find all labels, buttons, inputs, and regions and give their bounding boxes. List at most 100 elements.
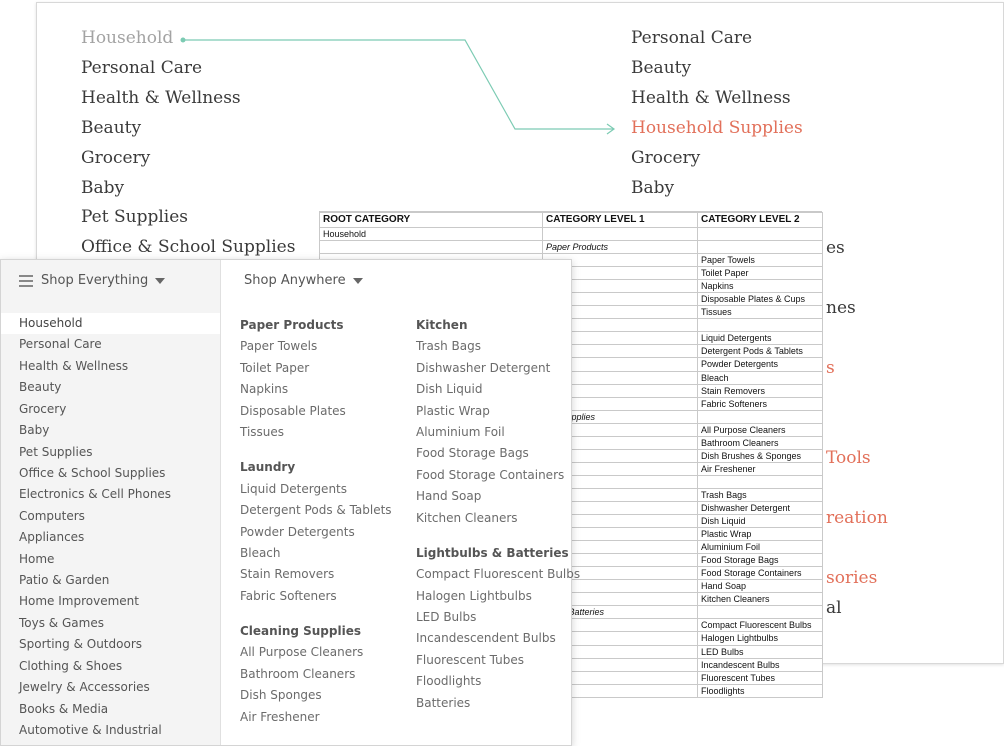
source-category-office-and-school-supplies: Office & School Supplies	[81, 237, 296, 258]
level-2-cell: Tissues	[697, 305, 823, 320]
level-2-cell	[697, 318, 823, 333]
target-category-fragment: al	[826, 598, 842, 618]
source-category-grocery: Grocery	[81, 147, 151, 168]
menu-category-patio-and-garden[interactable]: Patio & Garden	[1, 570, 220, 591]
subcategory-link-disposable-plates[interactable]: Disposable Plates	[240, 401, 392, 422]
source-category-household: Household	[81, 28, 174, 48]
menu-category-grocery[interactable]: Grocery	[1, 399, 220, 420]
subcategory-group-title[interactable]: Cleaning Supplies	[240, 621, 392, 642]
level-2-cell: Floodlights	[697, 683, 823, 698]
subcategory-link-air-freshener[interactable]: Air Freshener	[240, 707, 392, 728]
menu-category-automotive-and-industrial[interactable]: Automotive & Industrial	[1, 720, 220, 741]
target-category-grocery: Grocery	[631, 148, 701, 168]
level-1-cell	[542, 226, 698, 242]
target-category-fragment: es	[826, 238, 845, 258]
subcategory-link-floodlights[interactable]: Floodlights	[416, 671, 580, 692]
column-header-level-2: CATEGORY LEVEL 2	[697, 212, 823, 228]
menu-category-home[interactable]: Home	[1, 549, 220, 570]
subcategory-link-kitchen-cleaners[interactable]: Kitchen Cleaners	[416, 508, 580, 529]
menu-category-jewelry-and-accessories[interactable]: Jewelry & Accessories	[1, 677, 220, 698]
menu-category-beauty[interactable]: Beauty	[1, 377, 220, 398]
menu-category-pet-supplies[interactable]: Pet Supplies	[1, 442, 220, 463]
root-cell	[319, 240, 543, 255]
subcategory-link-trash-bags[interactable]: Trash Bags	[416, 336, 580, 357]
subcategory-link-toilet-paper[interactable]: Toilet Paper	[240, 358, 392, 379]
subcategory-link-bathroom-cleaners[interactable]: Bathroom Cleaners	[240, 664, 392, 685]
subcategory-group-title[interactable]: Laundry	[240, 457, 392, 478]
target-category-fragment: s	[826, 358, 835, 378]
level-2-cell: Powder Detergents	[697, 357, 823, 372]
level-2-cell: Incandescent Bulbs	[697, 657, 823, 672]
root-cell: Household	[319, 226, 543, 242]
subcategory-link-dish-liquid[interactable]: Dish Liquid	[416, 379, 580, 400]
menu-category-sidebar: Shop Everything Household Personal Care He…	[1, 260, 221, 745]
menu-category-baby[interactable]: Baby	[1, 420, 220, 441]
subcategory-link-tissues[interactable]: Tissues	[240, 422, 392, 443]
menu-category-personal-care[interactable]: Personal Care	[1, 334, 220, 355]
subcategory-link-food-storage-containers[interactable]: Food Storage Containers	[416, 465, 580, 486]
subcategory-link-incandescendent-bulbs[interactable]: Incandescendent Bulbs	[416, 628, 580, 649]
subcategory-link-napkins[interactable]: Napkins	[240, 379, 392, 400]
subcategory-link-fluorescent-tubes[interactable]: Fluorescent Tubes	[416, 650, 580, 671]
shop-everything-label: Shop Everything	[41, 273, 149, 288]
menu-category-home-improvement[interactable]: Home Improvement	[1, 591, 220, 612]
target-category-beauty: Beauty	[631, 58, 692, 78]
menu-category-health-and-wellness[interactable]: Health & Wellness	[1, 356, 220, 377]
menu-category-computers[interactable]: Computers	[1, 506, 220, 527]
subcategory-group-title[interactable]: Lightbulbs & Batteries	[416, 543, 580, 564]
subcategory-link-bleach[interactable]: Bleach	[240, 543, 392, 564]
level-2-cell: Food Storage Bags	[697, 553, 823, 568]
subcategory-link-food-storage-bags[interactable]: Food Storage Bags	[416, 443, 580, 464]
level-2-cell: Kitchen Cleaners	[697, 592, 823, 607]
level-2-cell	[697, 226, 823, 242]
target-category-fragment: reation	[826, 508, 888, 528]
chevron-down-icon	[352, 277, 363, 284]
shop-anywhere-button[interactable]: Shop Anywhere	[244, 260, 363, 302]
subcategory-column-1: Paper Products Paper Towels Toilet Paper Na…	[240, 315, 392, 728]
column-header-level-1: CATEGORY LEVEL 1	[542, 212, 698, 228]
spreadsheet-header-row: ROOT CATEGORY CATEGORY LEVEL 1 CATEGORY …	[319, 212, 823, 228]
subcategory-group-title[interactable]: Paper Products	[240, 315, 392, 336]
shop-everything-button[interactable]: Shop Everything	[19, 260, 166, 302]
menu-category-clothing-and-shoes[interactable]: Clothing & Shoes	[1, 656, 220, 677]
level-2-cell: Detergent Pods & Tablets	[697, 344, 823, 359]
subcategory-link-liquid-detergents[interactable]: Liquid Detergents	[240, 479, 392, 500]
subcategory-link-fabric-softeners[interactable]: Fabric Softeners	[240, 586, 392, 607]
subcategory-link-halogen-lightbulbs[interactable]: Halogen Lightbulbs	[416, 586, 580, 607]
menu-category-sporting-and-outdoors[interactable]: Sporting & Outdoors	[1, 634, 220, 655]
subcategory-link-hand-soap[interactable]: Hand Soap	[416, 486, 580, 507]
subcategory-link-dishwasher-detergent[interactable]: Dishwasher Detergent	[416, 358, 580, 379]
menu-category-household[interactable]: Household	[1, 313, 220, 335]
target-category-baby: Baby	[631, 178, 675, 198]
menu-category-appliances[interactable]: Appliances	[1, 527, 220, 548]
subcategory-link-stain-removers[interactable]: Stain Removers	[240, 564, 392, 585]
target-category-fragment: sories	[826, 568, 878, 588]
subcategory-link-all-purpose-cleaners[interactable]: All Purpose Cleaners	[240, 642, 392, 663]
menu-category-office-and-school-supplies[interactable]: Office & School Supplies	[1, 463, 220, 484]
subcategory-link-paper-towels[interactable]: Paper Towels	[240, 336, 392, 357]
level-2-cell: All Purpose Cleaners	[697, 422, 823, 437]
subcategory-link-plastic-wrap[interactable]: Plastic Wrap	[416, 401, 580, 422]
subcategory-link-batteries[interactable]: Batteries	[416, 693, 580, 714]
level-2-cell: Toilet Paper	[697, 266, 823, 281]
subcategory-link-dish-sponges[interactable]: Dish Sponges	[240, 685, 392, 706]
target-category-health-and-wellness: Health & Wellness	[631, 88, 791, 108]
column-header-root: ROOT CATEGORY	[319, 212, 543, 228]
subcategory-link-aluminium-foil[interactable]: Aluminium Foil	[416, 422, 580, 443]
subcategory-link-powder-detergents[interactable]: Powder Detergents	[240, 522, 392, 543]
source-category-beauty: Beauty	[81, 117, 142, 138]
source-category-pet-supplies: Pet Supplies	[81, 207, 188, 228]
menu-category-books-and-media[interactable]: Books & Media	[1, 699, 220, 720]
target-category-household-supplies: Household Supplies	[631, 118, 803, 138]
menu-category-electronics-and-cell-phones[interactable]: Electronics & Cell Phones	[1, 484, 220, 505]
level-2-cell: Bleach	[697, 370, 823, 385]
subcategory-link-detergent-pods-and-tablets[interactable]: Detergent Pods & Tablets	[240, 500, 392, 521]
subcategory-group-title[interactable]: Kitchen	[416, 315, 580, 336]
subcategory-link-led-bulbs[interactable]: LED Bulbs	[416, 607, 580, 628]
level-2-cell: Dish Brushes & Sponges	[697, 448, 823, 463]
menu-category-toys-and-games[interactable]: Toys & Games	[1, 613, 220, 634]
target-category-personal-care: Personal Care	[631, 28, 753, 48]
level-2-cell: Liquid Detergents	[697, 331, 823, 346]
subcategory-link-compact-fluorescent-bulbs[interactable]: Compact Fluorescent Bulbs	[416, 564, 580, 585]
level-2-cell: Napkins	[697, 279, 823, 294]
